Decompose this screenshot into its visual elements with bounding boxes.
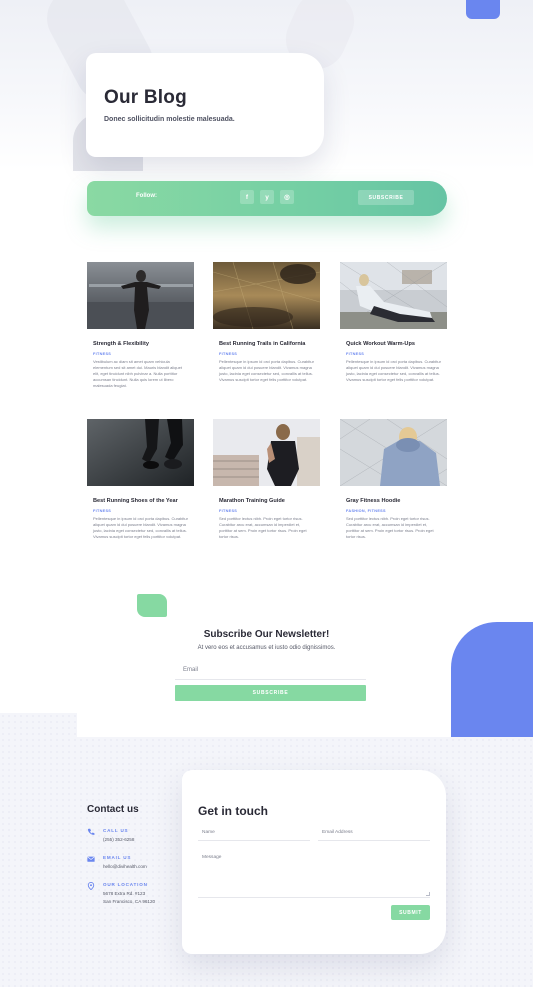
blog-header-card: Our Blog Donec sollicitudin molestie mal… [86, 53, 324, 157]
facebook-icon[interactable]: f [240, 190, 254, 204]
post-title[interactable]: Marathon Training Guide [219, 498, 314, 504]
blog-post-card[interactable]: Strength & Flexibility FITNESS Vestibulu… [87, 262, 194, 389]
submit-button[interactable]: SUBMIT [391, 905, 430, 920]
post-excerpt: Pellentesque in ipsum id orci porta dapi… [219, 359, 314, 382]
decorative-green-chip [137, 594, 167, 617]
form-title: Get in touch [198, 804, 268, 818]
post-title[interactable]: Strength & Flexibility [93, 341, 188, 347]
post-excerpt: Pellentesque in ipsum id orci porta dapi… [346, 359, 441, 382]
location-pin-icon [87, 882, 95, 890]
follow-label: Follow: [136, 193, 157, 199]
blog-post-card[interactable]: Marathon Training Guide FITNESS Sed port… [213, 419, 320, 540]
address-line: San Francisco, CA 96120 [103, 899, 156, 904]
decorative-blue-shape [451, 622, 533, 737]
email-field[interactable]: Email Address [318, 828, 430, 841]
blog-post-card[interactable]: Quick Workout Warm-Ups FITNESS Pellentes… [340, 262, 447, 383]
blog-post-card[interactable]: Gray Fitness Hoodie FASHION, FITNESS Sed… [340, 419, 447, 540]
post-title[interactable]: Gray Fitness Hoodie [346, 498, 441, 504]
name-field[interactable]: Name [198, 828, 310, 841]
contact-heading: Contact us [87, 804, 139, 815]
post-excerpt: Sed porttitor lectus nibh. Proin eget to… [219, 516, 307, 539]
email-address[interactable]: hello@divihealth.com [103, 863, 147, 871]
contact-label: CALL US [103, 828, 129, 833]
post-category[interactable]: FASHION, FITNESS [346, 509, 441, 513]
page-title: Our Blog [104, 87, 187, 108]
post-excerpt: Vestibulum ac diam sit amet quam vehicul… [93, 359, 182, 388]
blog-post-card[interactable]: Best Running Trails in California FITNES… [213, 262, 320, 383]
phone-icon [87, 828, 95, 835]
post-category[interactable]: FITNESS [93, 352, 188, 356]
address-line: 5678 Extra Rd. #123 [103, 891, 146, 896]
contact-form-card: Get in touch Name Email Address Message … [182, 770, 446, 954]
message-field[interactable]: Message [198, 852, 430, 898]
post-image[interactable] [87, 262, 194, 329]
newsletter-subtitle: At vero eos et accusamus et iusto odio d… [197, 645, 336, 651]
post-image[interactable] [340, 262, 447, 329]
blog-post-card[interactable]: Best Running Shoes of the Year FITNESS P… [87, 419, 194, 540]
twitter-icon[interactable]: y [260, 190, 274, 204]
post-category[interactable]: FITNESS [219, 352, 314, 356]
decorative-blue-shape [466, 0, 500, 19]
phone-number[interactable]: (255) 352-6258 [103, 836, 134, 844]
post-excerpt: Sed porttitor lectus nibh. Proin eget to… [346, 516, 434, 539]
message-placeholder: Message [202, 855, 222, 860]
post-excerpt: Pellentesque in ipsum id orci porta dapi… [93, 516, 188, 539]
page-subtitle: Donec sollicitudin molestie malesuada. [104, 116, 235, 123]
resize-grip-icon[interactable] [426, 892, 430, 896]
post-title[interactable]: Best Running Shoes of the Year [93, 498, 188, 504]
follow-bar: Follow: f y ◎ SUBSCRIBE [87, 181, 447, 216]
post-category[interactable]: FITNESS [346, 352, 441, 356]
dotted-background [0, 713, 77, 737]
post-category[interactable]: FITNESS [219, 509, 314, 513]
contact-label: EMAIL US [103, 855, 132, 860]
newsletter-subscribe-button[interactable]: SUBSCRIBE [175, 685, 366, 701]
contact-label: OUR LOCATION [103, 882, 148, 887]
post-image[interactable] [87, 419, 194, 486]
post-image[interactable] [340, 419, 447, 486]
newsletter-email-input[interactable]: Email [175, 663, 366, 680]
post-title[interactable]: Quick Workout Warm-Ups [346, 341, 441, 347]
post-image[interactable] [213, 262, 320, 329]
follow-subscribe-button[interactable]: SUBSCRIBE [358, 190, 414, 205]
post-category[interactable]: FITNESS [93, 509, 188, 513]
mail-icon [87, 856, 95, 862]
post-title[interactable]: Best Running Trails in California [219, 341, 314, 347]
newsletter-title: Subscribe Our Newsletter! [203, 629, 330, 640]
instagram-icon[interactable]: ◎ [280, 190, 294, 204]
post-image[interactable] [213, 419, 320, 486]
